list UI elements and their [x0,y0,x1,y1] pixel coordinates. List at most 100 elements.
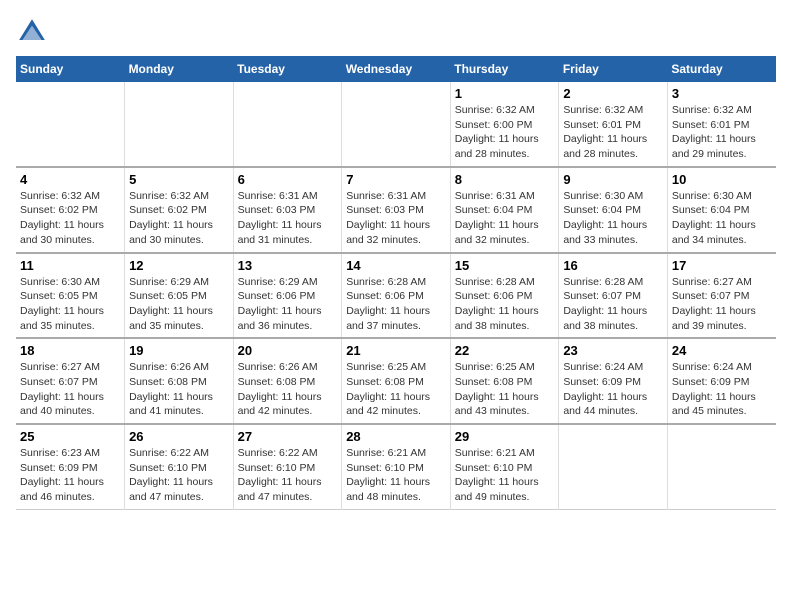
day-info: Sunrise: 6:26 AM Sunset: 6:08 PM Dayligh… [129,360,229,419]
day-cell [342,82,451,167]
day-cell: 10 Sunrise: 6:30 AM Sunset: 6:04 PM Dayli… [667,167,776,253]
day-cell: 3 Sunrise: 6:32 AM Sunset: 6:01 PM Daylig… [667,82,776,167]
day-info: Sunrise: 6:30 AM Sunset: 6:04 PM Dayligh… [672,189,772,248]
day-info: Sunrise: 6:25 AM Sunset: 6:08 PM Dayligh… [455,360,555,419]
day-cell: 17 Sunrise: 6:27 AM Sunset: 6:07 PM Dayli… [667,253,776,339]
day-cell: 9Sunrise: 6:30 AM Sunset: 6:04 PM Daylig… [559,167,668,253]
week-row-3: 11 Sunrise: 6:30 AM Sunset: 6:05 PM Dayli… [16,253,776,339]
week-row-4: 18 Sunrise: 6:27 AM Sunset: 6:07 PM Dayli… [16,338,776,424]
day-number: 27 [238,429,338,444]
day-cell: 14 Sunrise: 6:28 AM Sunset: 6:06 PM Dayli… [342,253,451,339]
day-number: 23 [563,343,663,358]
day-info: Sunrise: 6:24 AM Sunset: 6:09 PM Dayligh… [672,360,772,419]
day-number: 11 [20,258,120,273]
day-cell: 6 Sunrise: 6:31 AM Sunset: 6:03 PM Daylig… [233,167,342,253]
day-info: Sunrise: 6:22 AM Sunset: 6:10 PM Dayligh… [238,446,338,505]
day-cell: 20 Sunrise: 6:26 AM Sunset: 6:08 PM Dayli… [233,338,342,424]
day-info: Sunrise: 6:31 AM Sunset: 6:03 PM Dayligh… [346,189,446,248]
week-row-2: 4 Sunrise: 6:32 AM Sunset: 6:02 PM Daylig… [16,167,776,253]
day-cell: 5Sunrise: 6:32 AM Sunset: 6:02 PM Daylig… [125,167,234,253]
day-number: 1 [455,86,555,101]
col-header-wednesday: Wednesday [342,56,451,82]
day-cell [233,82,342,167]
page-header [16,16,776,48]
day-number: 9 [563,172,663,187]
logo [16,16,52,48]
day-cell [125,82,234,167]
day-cell: 27 Sunrise: 6:22 AM Sunset: 6:10 PM Dayli… [233,424,342,509]
day-number: 18 [20,343,120,358]
day-number: 3 [672,86,772,101]
day-cell: 25 Sunrise: 6:23 AM Sunset: 6:09 PM Dayli… [16,424,125,509]
day-number: 12 [129,258,229,273]
col-header-friday: Friday [559,56,668,82]
day-info: Sunrise: 6:32 AM Sunset: 6:02 PM Dayligh… [129,189,229,248]
day-cell [667,424,776,509]
logo-icon [16,16,48,48]
day-number: 17 [672,258,772,273]
day-info: Sunrise: 6:24 AM Sunset: 6:09 PM Dayligh… [563,360,663,419]
day-number: 4 [20,172,120,187]
day-cell: 2 Sunrise: 6:32 AM Sunset: 6:01 PM Daylig… [559,82,668,167]
day-info: Sunrise: 6:30 AM Sunset: 6:05 PM Dayligh… [20,275,120,334]
day-cell: 13 Sunrise: 6:29 AM Sunset: 6:06 PM Dayli… [233,253,342,339]
day-number: 22 [455,343,555,358]
day-cell: 19 Sunrise: 6:26 AM Sunset: 6:08 PM Dayli… [125,338,234,424]
day-cell: 24 Sunrise: 6:24 AM Sunset: 6:09 PM Dayli… [667,338,776,424]
day-info: Sunrise: 6:32 AM Sunset: 6:00 PM Dayligh… [455,103,555,162]
day-cell: 26 Sunrise: 6:22 AM Sunset: 6:10 PM Dayli… [125,424,234,509]
col-header-sunday: Sunday [16,56,125,82]
day-number: 13 [238,258,338,273]
week-row-5: 25 Sunrise: 6:23 AM Sunset: 6:09 PM Dayli… [16,424,776,509]
day-info: Sunrise: 6:22 AM Sunset: 6:10 PM Dayligh… [129,446,229,505]
day-cell: 12 Sunrise: 6:29 AM Sunset: 6:05 PM Dayli… [125,253,234,339]
day-info: Sunrise: 6:27 AM Sunset: 6:07 PM Dayligh… [672,275,772,334]
day-cell: 29 Sunrise: 6:21 AM Sunset: 6:10 PM Dayli… [450,424,559,509]
calendar-header: SundayMondayTuesdayWednesdayThursdayFrid… [16,56,776,82]
day-info: Sunrise: 6:32 AM Sunset: 6:02 PM Dayligh… [20,189,120,248]
day-number: 28 [346,429,446,444]
day-info: Sunrise: 6:28 AM Sunset: 6:06 PM Dayligh… [346,275,446,334]
day-info: Sunrise: 6:28 AM Sunset: 6:07 PM Dayligh… [563,275,663,334]
day-cell: 21Sunrise: 6:25 AM Sunset: 6:08 PM Dayli… [342,338,451,424]
day-cell [559,424,668,509]
calendar-body: 1 Sunrise: 6:32 AM Sunset: 6:00 PM Daylig… [16,82,776,509]
day-cell: 28 Sunrise: 6:21 AM Sunset: 6:10 PM Dayli… [342,424,451,509]
day-cell: 1 Sunrise: 6:32 AM Sunset: 6:00 PM Daylig… [450,82,559,167]
day-info: Sunrise: 6:32 AM Sunset: 6:01 PM Dayligh… [563,103,663,162]
day-number: 19 [129,343,229,358]
day-number: 16 [563,258,663,273]
day-info: Sunrise: 6:27 AM Sunset: 6:07 PM Dayligh… [20,360,120,419]
day-number: 7 [346,172,446,187]
day-number: 25 [20,429,120,444]
day-info: Sunrise: 6:29 AM Sunset: 6:05 PM Dayligh… [129,275,229,334]
header-row: SundayMondayTuesdayWednesdayThursdayFrid… [16,56,776,82]
day-number: 24 [672,343,772,358]
day-number: 15 [455,258,555,273]
day-cell: 23 Sunrise: 6:24 AM Sunset: 6:09 PM Dayli… [559,338,668,424]
day-number: 14 [346,258,446,273]
col-header-saturday: Saturday [667,56,776,82]
col-header-tuesday: Tuesday [233,56,342,82]
day-number: 26 [129,429,229,444]
day-info: Sunrise: 6:23 AM Sunset: 6:09 PM Dayligh… [20,446,120,505]
day-info: Sunrise: 6:28 AM Sunset: 6:06 PM Dayligh… [455,275,555,334]
day-info: Sunrise: 6:31 AM Sunset: 6:03 PM Dayligh… [238,189,338,248]
col-header-monday: Monday [125,56,234,82]
day-info: Sunrise: 6:31 AM Sunset: 6:04 PM Dayligh… [455,189,555,248]
day-info: Sunrise: 6:26 AM Sunset: 6:08 PM Dayligh… [238,360,338,419]
day-info: Sunrise: 6:25 AM Sunset: 6:08 PM Dayligh… [346,360,446,419]
day-cell: 8 Sunrise: 6:31 AM Sunset: 6:04 PM Daylig… [450,167,559,253]
day-number: 6 [238,172,338,187]
day-number: 20 [238,343,338,358]
day-info: Sunrise: 6:21 AM Sunset: 6:10 PM Dayligh… [455,446,555,505]
day-number: 2 [563,86,663,101]
day-number: 29 [455,429,555,444]
day-cell: 22 Sunrise: 6:25 AM Sunset: 6:08 PM Dayli… [450,338,559,424]
day-number: 8 [455,172,555,187]
day-info: Sunrise: 6:32 AM Sunset: 6:01 PM Dayligh… [672,103,772,162]
day-info: Sunrise: 6:29 AM Sunset: 6:06 PM Dayligh… [238,275,338,334]
day-info: Sunrise: 6:21 AM Sunset: 6:10 PM Dayligh… [346,446,446,505]
day-cell: 7 Sunrise: 6:31 AM Sunset: 6:03 PM Daylig… [342,167,451,253]
day-number: 10 [672,172,772,187]
